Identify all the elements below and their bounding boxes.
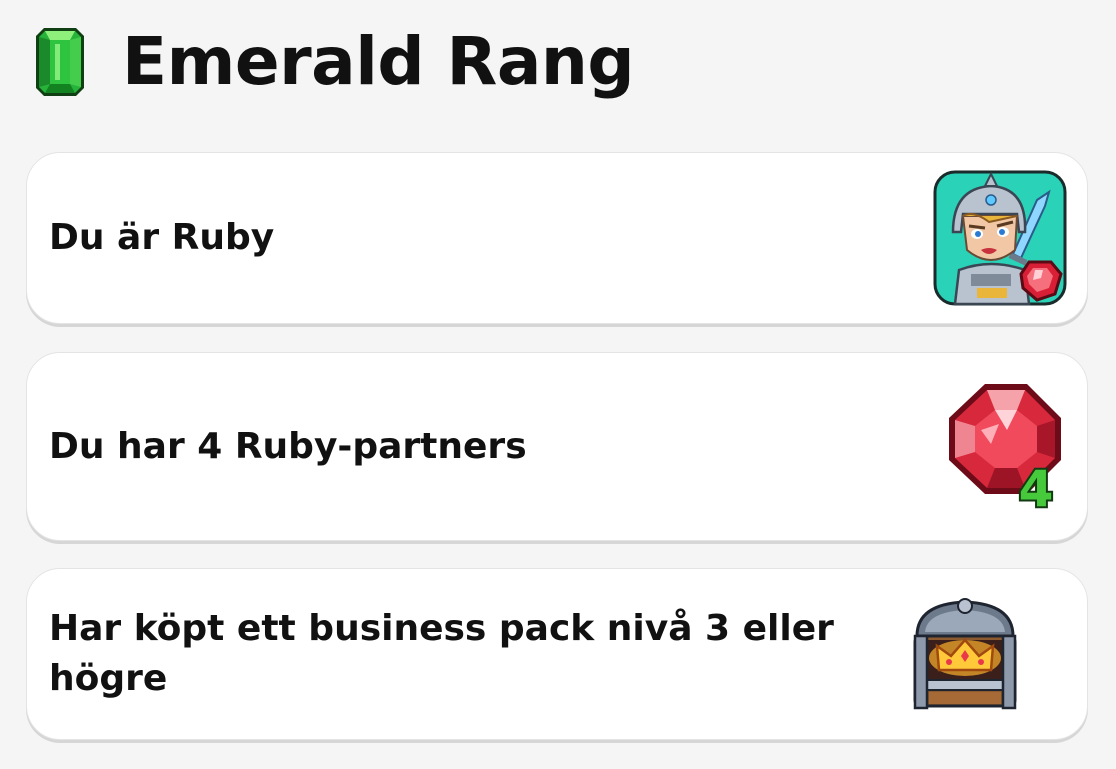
requirement-card-ruby-partners: Du har 4 Ruby-partners 4 (26, 352, 1088, 541)
treasure-chest-crown-icon (913, 598, 1017, 710)
svg-text:4: 4 (1019, 460, 1054, 514)
emerald-gem-icon (36, 28, 84, 96)
page-header: Emerald Rang (34, 23, 635, 100)
page-title: Emerald Rang (122, 23, 635, 100)
knight-avatar-with-ruby-icon (933, 170, 1067, 306)
requirement-card-business-pack: Har köpt ett business pack nivå 3 eller … (26, 568, 1088, 740)
count-badge: 4 (1017, 458, 1056, 514)
requirement-label: Du har 4 Ruby-partners (49, 425, 527, 467)
requirement-label: Du är Ruby (49, 217, 275, 259)
requirement-card-ruby-rank: Du är Ruby (26, 152, 1088, 324)
requirement-label: Har köpt ett business pack nivå 3 eller … (49, 608, 834, 699)
ruby-gem-with-count-icon: 4 (949, 383, 1061, 514)
